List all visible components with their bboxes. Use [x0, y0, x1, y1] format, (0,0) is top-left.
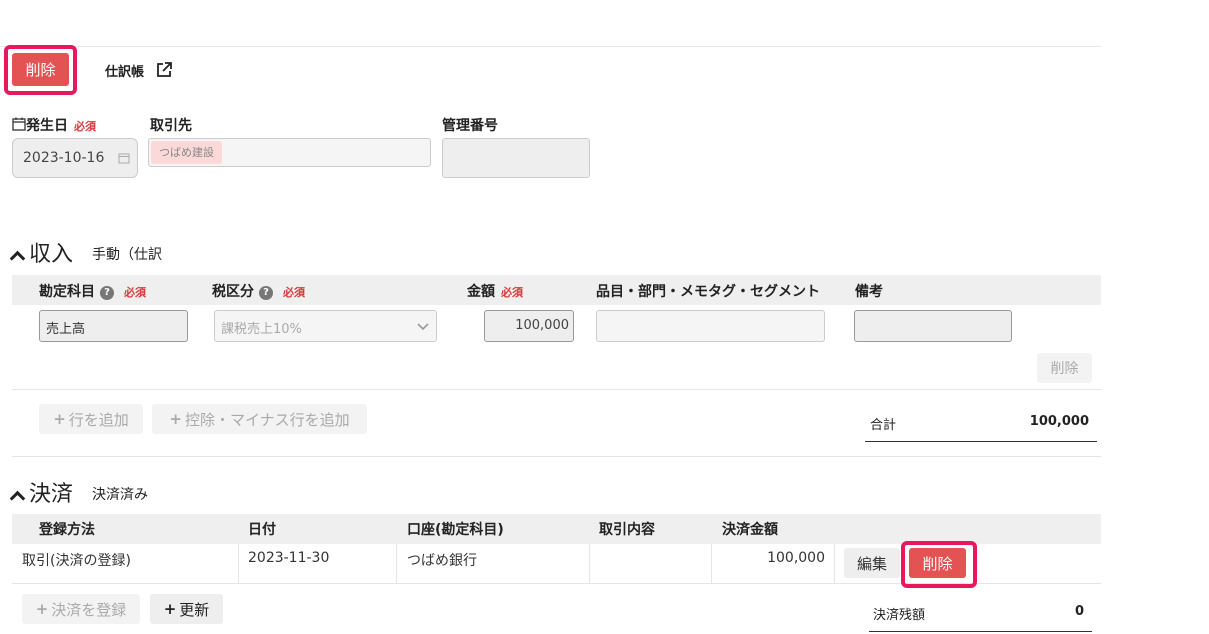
- top-divider: [0, 46, 1101, 47]
- income-table-header: [12, 275, 1101, 305]
- settle-amount-header: 決済金額: [722, 522, 778, 538]
- total-underline: [865, 441, 1097, 442]
- update-button[interactable]: + 更新: [150, 594, 223, 624]
- total-value: 100,000: [1029, 414, 1089, 429]
- date-label: 発生日 必須: [12, 115, 96, 135]
- balance-label: 決済残額: [873, 608, 926, 623]
- method-cell: 取引(決済の登録): [22, 553, 131, 569]
- amount-value: 100,000: [515, 318, 569, 333]
- settle-amount-cell: 100,000: [767, 550, 825, 566]
- journal-link-label: 仕訳帳: [105, 65, 145, 80]
- cell-divider: [711, 544, 712, 584]
- date-cell: 2023-11-30: [248, 550, 330, 566]
- edit-button[interactable]: 編集: [844, 548, 900, 578]
- cell-divider: [834, 544, 835, 584]
- date-input-value: 2023-10-16: [23, 150, 105, 166]
- account-header: 勘定科目? 必須: [39, 281, 146, 301]
- account-input[interactable]: 売上高: [39, 310, 188, 342]
- tax-header-text: 税区分: [212, 284, 254, 300]
- external-link-icon[interactable]: [155, 61, 173, 79]
- tax-select[interactable]: 課税売上10%: [214, 310, 437, 342]
- required-badge: 必須: [74, 120, 96, 133]
- date-header: 日付: [248, 522, 276, 538]
- plus-icon: +: [53, 410, 66, 428]
- settlement-section-header[interactable]: 決済: [9, 476, 74, 508]
- add-row-button[interactable]: + 行を追加: [39, 404, 143, 434]
- note-header: 備考: [855, 284, 883, 300]
- account-header-text: 勘定科目: [39, 284, 95, 300]
- income-subtitle: 手動（仕訳: [92, 247, 162, 263]
- divider: [12, 456, 1101, 457]
- manage-no-label: 管理番号: [442, 118, 498, 134]
- chevron-down-icon: [417, 323, 429, 331]
- tax-header: 税区分? 必須: [212, 281, 305, 301]
- items-input[interactable]: [596, 310, 825, 342]
- settlement-title: 決済: [29, 482, 74, 507]
- amount-header: 金額 必須: [467, 281, 523, 301]
- cell-divider: [238, 544, 239, 584]
- calendar-small-icon[interactable]: [118, 152, 130, 164]
- plus-icon: +: [35, 600, 49, 618]
- items-header: 品目・部門・メモタグ・セグメント: [596, 284, 820, 300]
- journal-link[interactable]: 仕訳帳: [105, 61, 144, 80]
- delete-button[interactable]: 削除: [12, 53, 69, 86]
- row-delete-button[interactable]: 削除: [1037, 353, 1092, 383]
- plus-icon: +: [169, 410, 182, 428]
- income-title: 収入: [29, 242, 74, 267]
- bank-account-header: 口座(勘定科目): [407, 522, 504, 538]
- amount-input[interactable]: 100,000: [484, 310, 574, 342]
- partner-label: 取引先: [150, 118, 192, 134]
- income-section-header[interactable]: 収入: [9, 236, 74, 268]
- required-badge: 必須: [501, 286, 523, 299]
- amount-header-text: 金額: [467, 284, 495, 300]
- help-icon[interactable]: ?: [259, 286, 273, 300]
- settlement-table-header: [12, 514, 1101, 544]
- add-deduction-label: 控除・マイナス行を追加: [184, 410, 350, 429]
- manage-no-input[interactable]: [442, 138, 590, 178]
- settlement-subtitle: 決済済み: [92, 487, 148, 503]
- total-label: 合計: [870, 418, 897, 433]
- tax-value: 課税売上10%: [221, 322, 302, 337]
- cell-divider: [396, 544, 397, 584]
- content-header: 取引内容: [599, 522, 655, 538]
- cell-divider: [589, 544, 590, 584]
- register-settlement-label: 決済を登録: [51, 600, 127, 619]
- chevron-up-icon: [9, 490, 26, 507]
- partner-tag[interactable]: つばめ建設: [151, 141, 222, 164]
- register-settlement-button[interactable]: + 決済を登録: [22, 594, 140, 624]
- help-icon[interactable]: ?: [100, 286, 114, 300]
- calendar-icon: [12, 117, 26, 131]
- balance-value: 0: [1074, 604, 1084, 619]
- add-deduction-row-button[interactable]: + 控除・マイナス行を追加: [152, 404, 367, 434]
- chevron-up-icon: [9, 250, 26, 267]
- update-label: 更新: [179, 600, 210, 619]
- note-input[interactable]: [854, 310, 1012, 342]
- method-header: 登録方法: [39, 522, 95, 538]
- balance-underline: [869, 631, 1092, 632]
- date-label-text: 発生日: [26, 118, 68, 134]
- account-value: 売上高: [46, 322, 86, 337]
- partner-input[interactable]: つばめ建設: [148, 138, 431, 167]
- divider: [12, 389, 1101, 390]
- bank-account-cell: つばめ銀行: [407, 553, 477, 569]
- required-badge: 必須: [283, 286, 305, 299]
- date-input[interactable]: 2023-10-16: [12, 138, 138, 178]
- plus-icon: +: [163, 600, 177, 618]
- add-row-label: 行を追加: [68, 410, 129, 429]
- required-badge: 必須: [124, 286, 146, 299]
- settlement-delete-button[interactable]: 削除: [909, 548, 966, 578]
